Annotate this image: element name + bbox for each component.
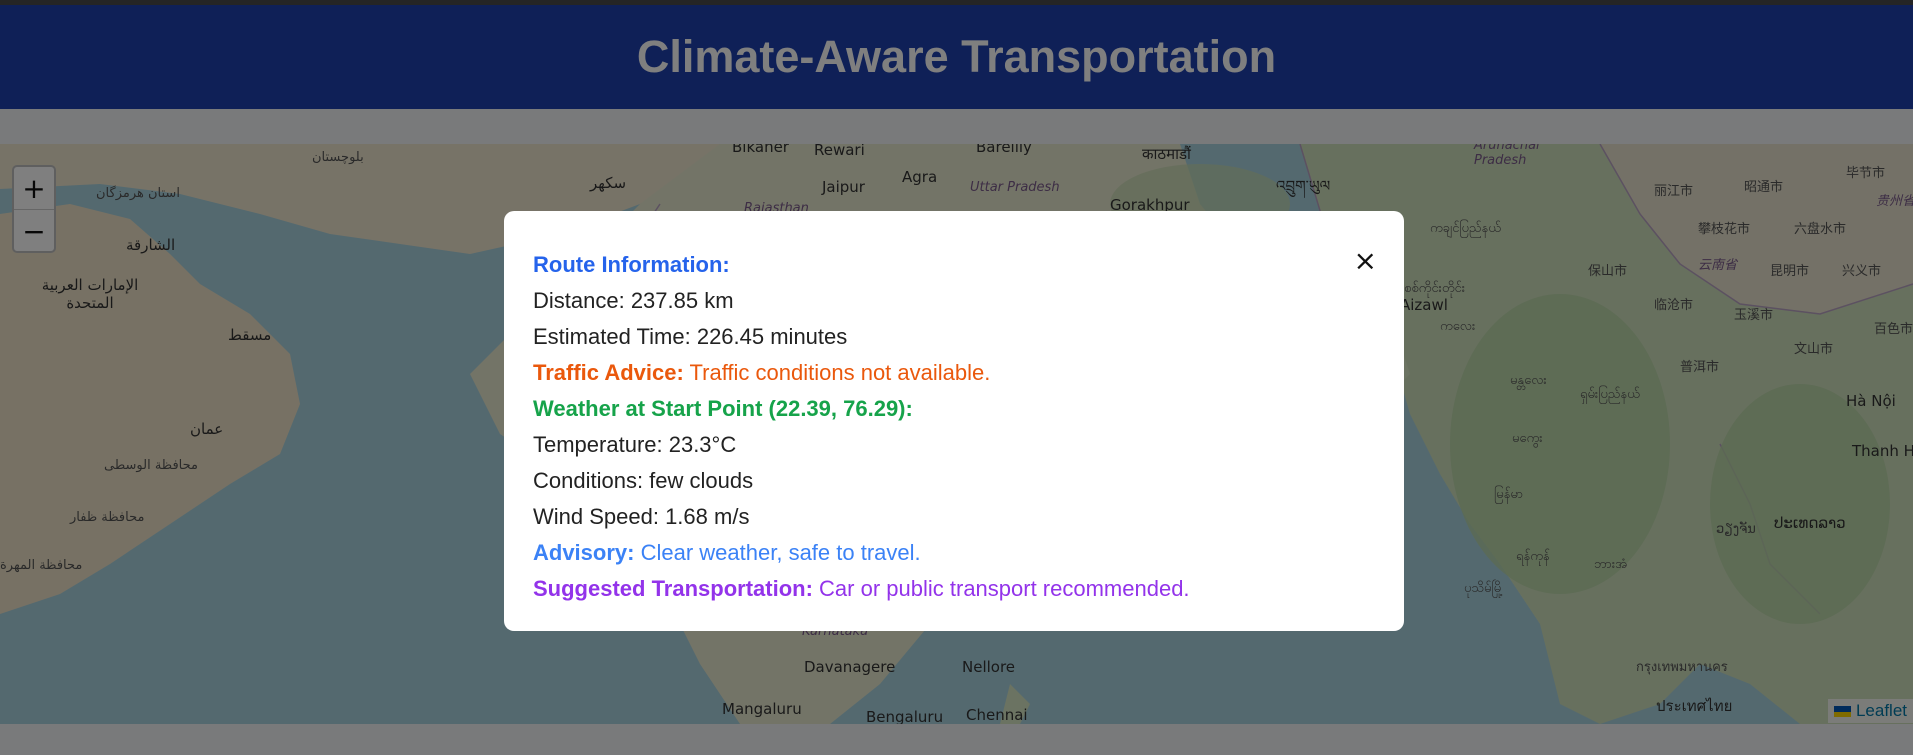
estimated-time-text: Estimated Time: 226.45 minutes: [533, 324, 848, 349]
route-info-modal: × Route Information: Distance: 237.85 km…: [504, 211, 1404, 631]
suggested-transport-value: Car or public transport recommended.: [819, 576, 1190, 601]
suggested-transport-row: Suggested Transportation: Car or public …: [533, 571, 1375, 607]
distance-text: Distance: 237.85 km: [533, 288, 734, 313]
suggested-transport-label: Suggested Transportation:: [533, 576, 813, 601]
weather-heading: Weather at Start Point (22.39, 76.29):: [533, 396, 913, 421]
advisory-value: Clear weather, safe to travel.: [640, 540, 921, 565]
temperature-text: Temperature: 23.3°C: [533, 432, 737, 457]
traffic-advice-label: Traffic Advice:: [533, 360, 684, 385]
wind-speed-text: Wind Speed: 1.68 m/s: [533, 504, 750, 529]
conditions-text: Conditions: few clouds: [533, 468, 754, 493]
advisory-row: Advisory: Clear weather, safe to travel.: [533, 535, 1375, 571]
traffic-advice-row: Traffic Advice: Traffic conditions not a…: [533, 355, 1375, 391]
close-icon[interactable]: ×: [1354, 244, 1377, 277]
traffic-advice-value: Traffic conditions not available.: [689, 360, 991, 385]
route-info-heading: Route Information:: [533, 252, 730, 277]
advisory-label: Advisory:: [533, 540, 635, 565]
